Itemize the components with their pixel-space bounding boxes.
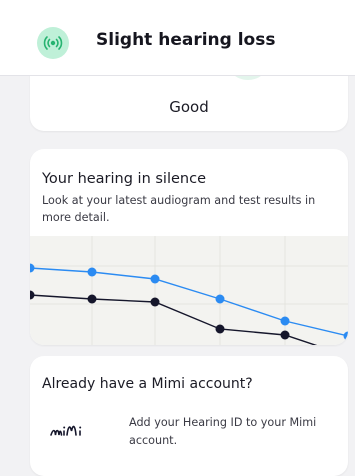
audiogram-series-left-ear bbox=[30, 263, 348, 341]
audiogram-point bbox=[280, 330, 290, 340]
hearing-in-silence-card[interactable]: Your hearing in silence Look at your lat… bbox=[30, 149, 348, 345]
audiogram-series-right-ear bbox=[30, 290, 318, 345]
audiogram-point bbox=[87, 267, 97, 277]
audiogram-chart bbox=[30, 236, 348, 345]
status-value: Good bbox=[169, 98, 209, 116]
audiogram-point bbox=[215, 324, 225, 334]
audiogram-point bbox=[280, 316, 290, 326]
mimi-description: Add your Hearing ID to your Mimi account… bbox=[129, 416, 317, 447]
audiogram-point bbox=[150, 274, 160, 284]
audiogram-point bbox=[87, 294, 97, 304]
audiogram-point bbox=[215, 294, 225, 304]
mimi-logo bbox=[49, 419, 93, 441]
page-title: Slight hearing loss bbox=[96, 30, 276, 50]
mimi-account-card[interactable]: Already have a Mimi account? Add your He… bbox=[30, 356, 348, 476]
card-title: Your hearing in silence bbox=[42, 171, 206, 187]
audiogram-point bbox=[343, 331, 348, 341]
card-description: Look at your latest audiogram and test r… bbox=[42, 194, 316, 224]
audiogram-point bbox=[30, 290, 35, 300]
audiogram-point bbox=[150, 297, 160, 307]
sound-waves-icon bbox=[37, 27, 69, 59]
app-header: Slight hearing loss bbox=[0, 0, 355, 76]
audiogram-point bbox=[30, 263, 35, 273]
card-title: Already have a Mimi account? bbox=[42, 376, 253, 392]
